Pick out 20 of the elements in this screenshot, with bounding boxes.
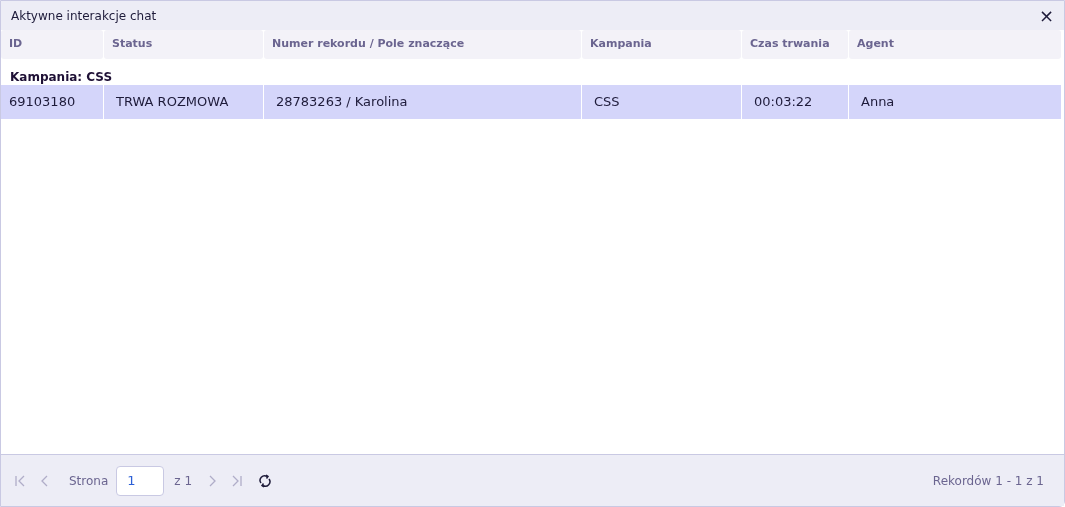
records-summary: Rekordów 1 - 1 z 1 [932, 472, 1044, 490]
column-header[interactable]: Kampania [582, 30, 741, 59]
column-header[interactable]: Status [104, 30, 263, 59]
table-row[interactable]: 69103180 TRWA ROZMOWA 28783263 / Karolina CSS 00:03:22 Anna [1, 85, 1064, 119]
column-header[interactable]: Numer rekordu / Pole znaczące [264, 30, 581, 59]
close-button[interactable]: × [1038, 6, 1054, 25]
table-cell: 00:03:22 [742, 85, 848, 119]
column-header[interactable]: Agent [849, 30, 1061, 59]
column-header[interactable]: ID [1, 30, 103, 59]
table-cell: Anna [849, 85, 1061, 119]
page-input[interactable]: 1 [116, 465, 165, 496]
page-count: z 1 [174, 472, 193, 490]
group-label: Kampania: CSS [9, 69, 114, 85]
table-cell: CSS [582, 85, 741, 119]
table-cell: 69103180 [1, 85, 103, 119]
table-cell: 28783263 / Karolina [264, 85, 581, 119]
page-label: Strona [69, 472, 109, 490]
table-cell: TRWA ROZMOWA [104, 85, 263, 119]
window-title: Aktywne interakcje chat [11, 7, 157, 25]
column-header[interactable]: Czas trwania [742, 30, 848, 59]
